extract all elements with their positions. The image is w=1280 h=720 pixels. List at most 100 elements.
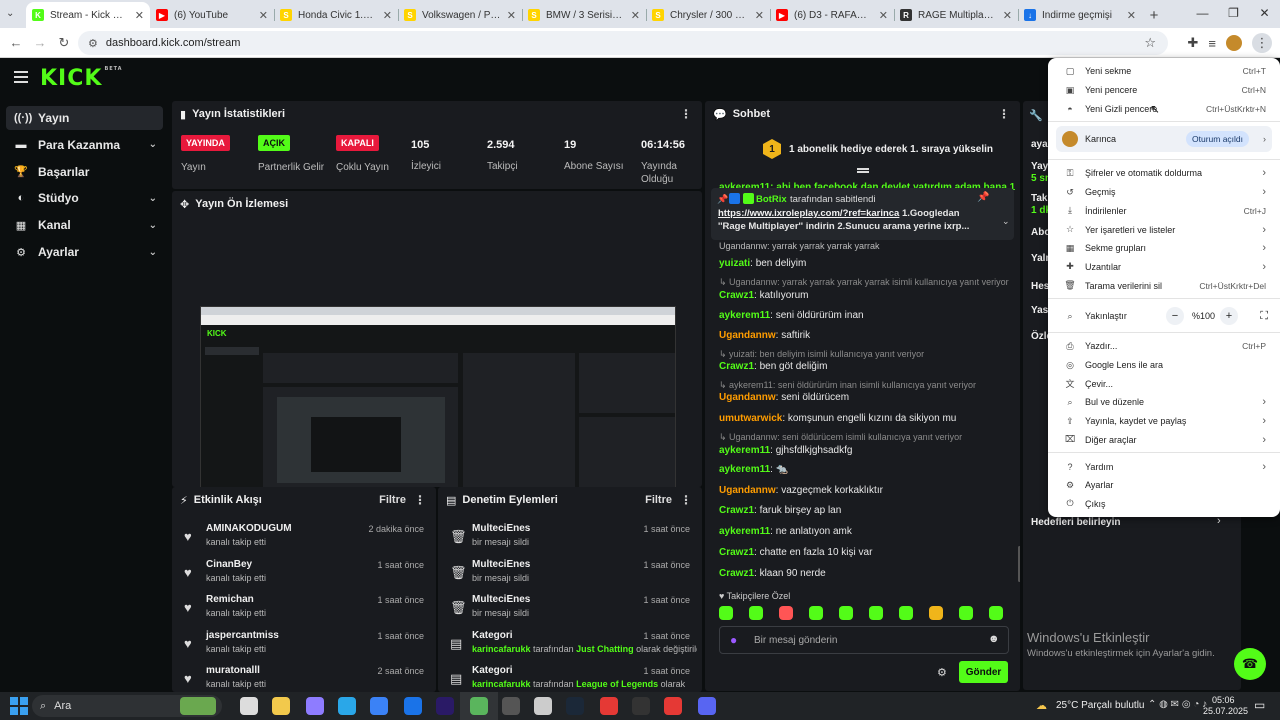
- browser-tab[interactable]: S Chrysler / 300 C / 3.0 ✕: [646, 2, 770, 28]
- chat-message[interactable]: Crawz1: chatte en fazla 10 kişi var: [719, 546, 1015, 559]
- menu-item-tarama-verilerini-sil[interactable]: 🗑 Tarama verilerini sil Ctrl+ÜstKrktr+Del: [1048, 276, 1280, 295]
- chat-message[interactable]: Crawz1: ben göt deliğim: [719, 360, 1015, 373]
- emote-icon[interactable]: [809, 606, 823, 620]
- activity-row[interactable]: ♥ muratonalll kanalı takip etti 2 saat önce: [172, 663, 434, 692]
- youtube-icon[interactable]: [600, 697, 618, 715]
- minimize-button[interactable]: —: [1187, 0, 1218, 26]
- forward-icon[interactable]: →: [28, 35, 52, 50]
- extensions-icon[interactable]: ✚: [1188, 35, 1199, 51]
- menu-item-yakınlaştır[interactable]: ⌕ Yakınlaştır − %100 + ⛶: [1048, 303, 1280, 329]
- close-tab-icon[interactable]: ✕: [631, 9, 640, 22]
- steam-icon[interactable]: [566, 697, 584, 715]
- chat-message[interactable]: Crawz1: katılıyorum: [719, 289, 1015, 302]
- microphone-icon[interactable]: ●: [730, 633, 737, 647]
- windows-start-icon[interactable]: [10, 697, 28, 715]
- chat-username[interactable]: Crawz1: [719, 361, 754, 372]
- edge-icon[interactable]: [338, 697, 356, 715]
- emote-icon[interactable]: [989, 606, 1003, 620]
- send-button[interactable]: Gönder: [959, 661, 1008, 683]
- landscape-widget[interactable]: [180, 697, 216, 715]
- app-icon[interactable]: [534, 697, 552, 715]
- expand-pinned-icon[interactable]: ⌄: [1002, 216, 1010, 227]
- chat-reply-context[interactable]: ↳ Ugandannw: yarrak yarrak yarrak yarrak…: [719, 276, 1015, 289]
- github-icon[interactable]: [502, 697, 520, 715]
- stream-preview-video[interactable]: KICK: [200, 306, 676, 487]
- browser-tab[interactable]: S BMW / 3 Serisi / 320 ✕: [522, 2, 646, 28]
- file-explorer-icon[interactable]: [272, 697, 290, 715]
- menu-item-yazdır-[interactable]: ⎙ Yazdır... Ctrl+P: [1048, 337, 1280, 356]
- chat-message[interactable]: aykerem11: 🐀: [719, 463, 1015, 476]
- menu-item-yeni-sekme[interactable]: ▢ Yeni sekme Ctrl+T: [1048, 62, 1280, 81]
- zoom-out-button[interactable]: −: [1166, 307, 1184, 325]
- restore-button[interactable]: ❐: [1218, 0, 1249, 26]
- chat-reply-context[interactable]: ↳ Ugandannw: seni öldürücem isimli kulla…: [719, 431, 1015, 444]
- chat-message[interactable]: aykerem11: seni öldürürüm inan: [719, 309, 1015, 322]
- close-window-button[interactable]: ✕: [1249, 0, 1280, 26]
- chat-message[interactable]: Ugandannw: saftirik: [719, 329, 1015, 342]
- menu-item-bul-ve-düzenle[interactable]: ⌕ Bul ve düzenle ›: [1048, 393, 1280, 412]
- audit-user[interactable]: karincafarukk: [472, 679, 531, 689]
- activity-more-icon[interactable]: ⋮: [414, 493, 426, 507]
- browser-tab[interactable]: K Stream - Kick Dashbo ✕: [26, 2, 150, 28]
- chat-username[interactable]: aykerem11: [719, 464, 770, 475]
- chevron-down-icon[interactable]: ⌄: [149, 220, 157, 231]
- stats-more-icon[interactable]: ⋮: [680, 107, 692, 121]
- chat-message[interactable]: aykerem11: ne anlatıyon amk: [719, 525, 1015, 538]
- chat-username[interactable]: Crawz1: [719, 505, 754, 516]
- menu-item-yer-işaretleri-ve-listeler[interactable]: ☆ Yer işaretleri ve listeler ›: [1048, 220, 1280, 239]
- menu-item-i-ndirilenler[interactable]: ⤓ İndirilenler Ctrl+J: [1048, 202, 1280, 221]
- copilot-icon[interactable]: [306, 697, 324, 715]
- sidebar-item-stüdyo[interactable]: ◐ Stüdyo ⌄: [6, 186, 163, 210]
- hamburger-menu-icon[interactable]: [14, 71, 28, 83]
- sidebar-item-kanal[interactable]: ▦ Kanal ⌄: [6, 213, 163, 237]
- discord-icon[interactable]: [698, 697, 716, 715]
- chat-username[interactable]: aykerem11: [719, 310, 770, 321]
- chat-settings-icon[interactable]: ⚙: [937, 666, 947, 679]
- unpin-icon[interactable]: 📌: [977, 192, 989, 203]
- menu-item-çevir-[interactable]: 文 Çevir...: [1048, 374, 1280, 393]
- reading-list-icon[interactable]: ≡: [1208, 36, 1216, 51]
- browser-tab[interactable]: ▶ (6) YouTube ✕: [150, 2, 274, 28]
- clock-date[interactable]: 25.07.2025: [1203, 706, 1248, 716]
- close-tab-icon[interactable]: ✕: [1003, 9, 1012, 22]
- close-tab-icon[interactable]: ✕: [383, 9, 392, 22]
- browser-tab[interactable]: ▶ (6) D3 - RAFADAN #F ✕: [770, 2, 894, 28]
- menu-item-google-lens-ile-ara[interactable]: ◎ Google Lens ile ara: [1048, 356, 1280, 375]
- emote-icon[interactable]: [899, 606, 913, 620]
- epic-icon[interactable]: [632, 697, 650, 715]
- chat-message[interactable]: aykerem11: gjhsfdlkjghsadkfg: [719, 444, 1015, 457]
- chat-username[interactable]: Ugandannw: [719, 392, 776, 403]
- chat-username[interactable]: Ugandannw: [719, 330, 776, 341]
- chat-username[interactable]: Ugandannw: [719, 485, 776, 496]
- menu-item-yeni-gizli-pencere[interactable]: ◓ Yeni Gizli pencere Ctrl+ÜstKrktr+N: [1048, 99, 1280, 118]
- chat-username[interactable]: aykerem11: [719, 526, 770, 537]
- url-input[interactable]: ⚙ dashboard.kick.com/stream ☆: [78, 31, 1168, 55]
- collapse-handle-icon[interactable]: [857, 168, 869, 173]
- emote-icon[interactable]: [839, 606, 853, 620]
- weather-text[interactable]: 25°C Parçalı bulutlu: [1056, 700, 1145, 711]
- chat-username[interactable]: yuizati: [719, 258, 750, 269]
- zoom-in-button[interactable]: +: [1220, 307, 1238, 325]
- tray-icons[interactable]: ⌃ ◍ ✉ ◎ ◔ ♪: [1148, 699, 1207, 710]
- premiere-icon[interactable]: [436, 697, 454, 715]
- chevron-down-icon[interactable]: ⌄: [149, 193, 157, 204]
- emote-icon[interactable]: [719, 606, 733, 620]
- menu-item-yeni-pencere[interactable]: ▣ Yeni pencere Ctrl+N: [1048, 81, 1280, 100]
- clock-time[interactable]: 05:06: [1212, 695, 1235, 705]
- audit-row[interactable]: 🗑 MulteciEnes bir mesajı sildi 1 saat önce: [438, 592, 700, 626]
- browser-tab[interactable]: ↓ İndirme geçmişi ✕: [1018, 2, 1142, 28]
- activity-username[interactable]: AMINAKODUGUM: [206, 523, 292, 534]
- outlook-icon[interactable]: [404, 697, 422, 715]
- back-icon[interactable]: ←: [4, 35, 28, 50]
- audit-category[interactable]: League of Legends: [576, 679, 658, 689]
- pinned-message[interactable]: 📌 BotRix tarafından sabitlendi 📌 ⌄ https…: [711, 188, 1014, 240]
- chat-message[interactable]: Crawz1: klaan 90 nerde: [719, 567, 1015, 580]
- sidebar-item-para-kazanma[interactable]: ▬ Para Kazanma ⌄: [6, 133, 163, 157]
- chat-message[interactable]: Crawz1: faruk birşey ap lan: [719, 504, 1015, 517]
- audit-filter-button[interactable]: Filtre: [645, 494, 672, 506]
- store-icon[interactable]: [370, 697, 388, 715]
- emoji-icon[interactable]: ☻: [988, 633, 1000, 645]
- new-tab-button[interactable]: +: [1142, 2, 1166, 28]
- chevron-down-icon[interactable]: ⌄: [149, 139, 157, 150]
- chat-message[interactable]: Ugandannw: seni öldürücem: [719, 391, 1015, 404]
